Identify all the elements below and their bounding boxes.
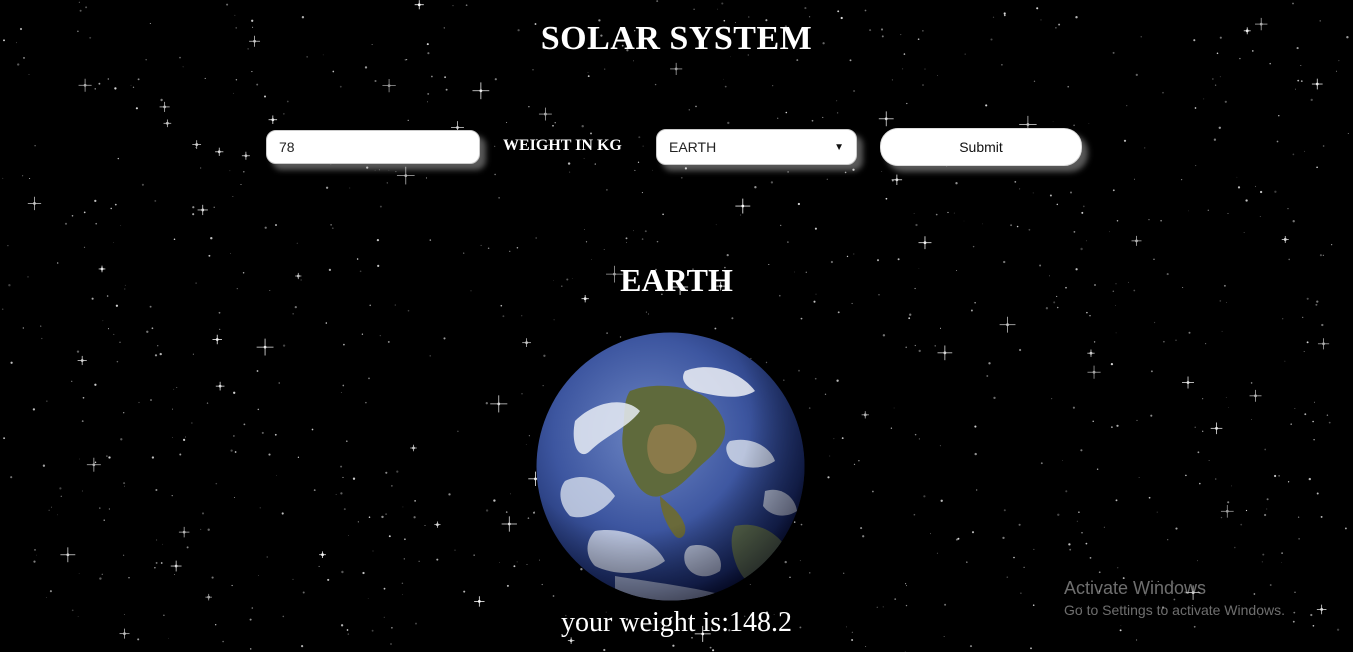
weight-label: WEIGHT IN KG [503,137,622,154]
watermark-subtitle: Go to Settings to activate Windows. [1064,602,1285,618]
activate-windows-watermark: Activate Windows Go to Settings to activ… [1064,578,1285,618]
planet-select-value: EARTH [669,139,717,155]
earth-globe-image [536,332,805,601]
chevron-down-icon: ▼ [834,141,844,153]
weight-form: WEIGHT IN KG EARTH ▼ Submit [0,128,1353,168]
planet-select[interactable]: EARTH ▼ [656,129,857,165]
weight-input[interactable] [266,130,480,164]
page-title: SOLAR SYSTEM [540,20,813,57]
submit-button[interactable]: Submit [880,128,1082,166]
watermark-title: Activate Windows [1064,578,1207,598]
planet-name: EARTH [620,262,733,298]
